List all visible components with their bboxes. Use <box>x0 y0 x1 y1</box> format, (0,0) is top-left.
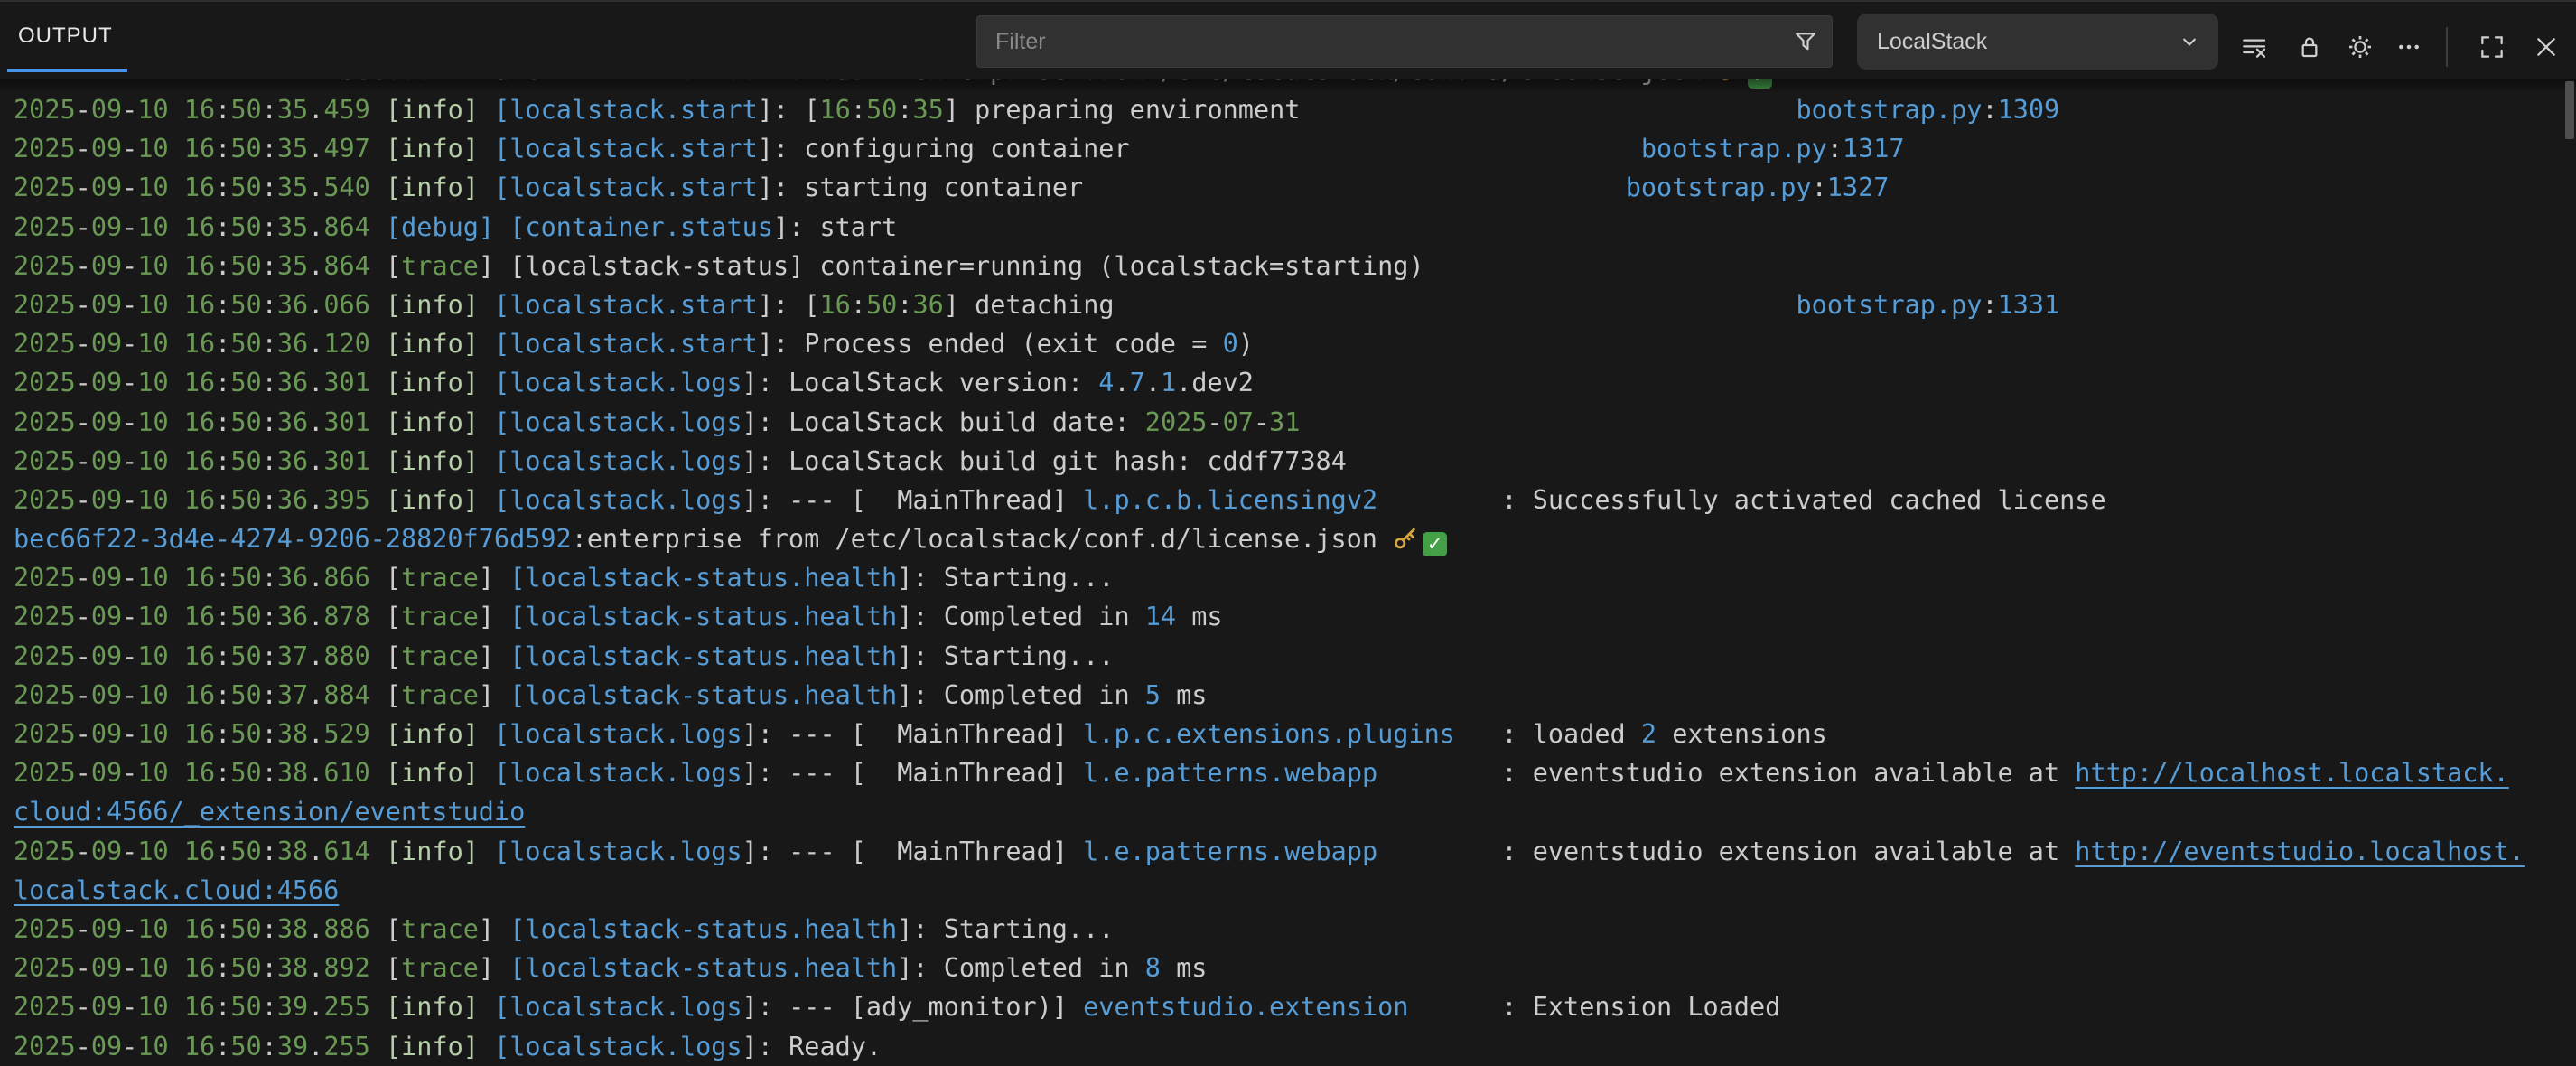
scrollbar-thumb[interactable] <box>2565 81 2574 139</box>
log-line: cloud:4566/_extension/eventstudio <box>14 792 2576 831</box>
log-timestamp: 2025-09-10 16:50:35.540 <box>14 173 370 202</box>
log-line: 2025-09-10 16:50:38.610 [info] [localsta… <box>14 753 2576 792</box>
log-output: bec66f22-3d4e-4274-9206-28820f76d592:ent… <box>0 79 2576 1066</box>
log-number: 0 <box>1223 329 1238 359</box>
log-line: 2025-09-10 16:50:39.255 [info] [localsta… <box>14 1027 2576 1066</box>
toolbar-separator <box>2446 27 2448 67</box>
scroll-lock-button[interactable] <box>2289 26 2330 68</box>
chevron-down-icon <box>2177 29 2202 54</box>
log-line: localstack.cloud:4566 <box>14 871 2576 910</box>
output-panel-header: OUTPUT LocalStack <box>0 0 2576 79</box>
log-timestamp: 2025-09-10 16:50:35.459 <box>14 95 370 125</box>
close-panel-button[interactable] <box>2525 26 2567 68</box>
log-number: 2 <box>1641 719 1657 749</box>
channel-select[interactable]: LocalStack <box>1857 14 2218 70</box>
log-timestamp: 2025-09-10 16:50:38.610 <box>14 758 370 788</box>
log-timestamp: 2025-09-10 16:50:36.066 <box>14 290 370 320</box>
channel-select-value: LocalStack <box>1877 29 1987 55</box>
filter-funnel-icon[interactable] <box>1792 28 1819 55</box>
log-timestamp: 2025-09-10 16:50:35.864 <box>14 251 370 281</box>
filter-box <box>976 15 1833 68</box>
log-line: bec66f22-3d4e-4274-9206-28820f76d592:ent… <box>14 519 2576 558</box>
log-link[interactable]: cloud:4566/_extension/eventstudio <box>14 797 525 827</box>
clear-output-icon <box>2239 33 2268 61</box>
settings-button[interactable] <box>2339 26 2381 68</box>
log-number: 1317 <box>1843 134 1905 164</box>
log-timestamp: 2025-09-10 16:50:36.878 <box>14 602 370 631</box>
clear-output-button[interactable] <box>2233 26 2274 68</box>
log-timestamp: 2025-09-10 16:50:38.892 <box>14 953 370 983</box>
log-line: 2025-09-10 16:50:36.120 [info] [localsta… <box>14 324 2576 363</box>
log-timestamp: 2025-09-10 16:50:36.301 <box>14 407 370 437</box>
log-number: 4.7.1 <box>1098 368 1176 397</box>
log-timestamp: 2025-09-10 16:50:38.529 <box>14 719 370 749</box>
log-line: 2025-09-10 16:50:35.864 [debug] [contain… <box>14 208 2576 247</box>
log-timestamp: 2025-09-10 16:50:36.395 <box>14 485 370 515</box>
log-line: 2025-09-10 16:50:36.866 [trace] [localst… <box>14 558 2576 597</box>
log-line: 2025-09-10 16:50:36.066 [info] [localsta… <box>14 285 2576 324</box>
maximize-panel-button[interactable] <box>2471 26 2513 68</box>
log-link[interactable]: http://eventstudio.localhost. <box>2075 837 2525 866</box>
ellipsis-icon <box>2394 33 2423 61</box>
log-number: 5 <box>1145 680 1161 710</box>
log-line: 2025-09-10 16:50:35.540 [info] [localsta… <box>14 168 2576 207</box>
log-timestamp: 2025-09-10 16:50:37.884 <box>14 680 370 710</box>
log-number: 8 <box>1145 953 1161 983</box>
log-timestamp: 2025-09-10 16:50:38.614 <box>14 837 370 866</box>
log-line: 2025-09-10 16:50:36.878 [trace] [localst… <box>14 597 2576 636</box>
log-timestamp: 2025-09-10 16:50:38.886 <box>14 914 370 944</box>
more-actions-button[interactable] <box>2388 26 2430 68</box>
log-line: 2025-09-10 16:50:38.886 [trace] [localst… <box>14 910 2576 949</box>
tab-output[interactable]: OUTPUT <box>7 4 127 72</box>
maximize-icon <box>2478 33 2506 61</box>
log-timestamp: 2025-09-10 16:50:36.301 <box>14 446 370 476</box>
log-number: 1331 <box>1998 290 2060 320</box>
log-line: 2025-09-10 16:50:39.255 [info] [localsta… <box>14 987 2576 1026</box>
key-emoji <box>1393 523 1418 548</box>
log-timestamp: 16:50:35 <box>819 95 943 125</box>
log-timestamp: 2025-09-10 16:50:36.120 <box>14 329 370 359</box>
log-timestamp: 2025-07-31 <box>1145 407 1301 437</box>
log-number: 14 <box>1145 602 1176 631</box>
log-line: 2025-09-10 16:50:36.301 [info] [localsta… <box>14 363 2576 402</box>
log-line: 2025-09-10 16:50:37.884 [trace] [localst… <box>14 676 2576 715</box>
log-timestamp: 2025-09-10 16:50:35.497 <box>14 134 370 164</box>
filter-input[interactable] <box>977 29 1792 55</box>
log-timestamp: 2025-09-10 16:50:36.866 <box>14 563 370 593</box>
tab-output-label: OUTPUT <box>18 23 113 49</box>
log-line: 2025-09-10 16:50:38.892 [trace] [localst… <box>14 949 2576 987</box>
log-number: 1309 <box>1998 95 2060 125</box>
log-line-clipped: bec66f22-3d4e-4274-9206-28820f76d592:ent… <box>14 79 2576 90</box>
log-line: 2025-09-10 16:50:38.614 [info] [localsta… <box>14 832 2576 871</box>
log-line: 2025-09-10 16:50:36.395 [info] [localsta… <box>14 481 2576 519</box>
log-line: 2025-09-10 16:50:35.864 [trace] [localst… <box>14 247 2576 285</box>
log-link[interactable]: http://localhost.localstack. <box>2075 758 2508 788</box>
log-timestamp: 16:50:36 <box>819 290 943 320</box>
log-line: 2025-09-10 16:50:36.301 [info] [localsta… <box>14 442 2576 481</box>
check-emoji: ✓ <box>1748 79 1772 89</box>
lock-icon <box>2295 33 2324 61</box>
log-line: 2025-09-10 16:50:35.497 [info] [localsta… <box>14 129 2576 168</box>
log-timestamp: 2025-09-10 16:50:39.255 <box>14 992 370 1022</box>
scrollbar <box>2563 79 2576 1066</box>
log-timestamp: 2025-09-10 16:50:37.880 <box>14 641 370 671</box>
log-line: 2025-09-10 16:50:37.880 [trace] [localst… <box>14 637 2576 676</box>
log-line: 2025-09-10 16:50:35.459 [info] [localsta… <box>14 90 2576 129</box>
log-number: 1327 <box>1827 173 1890 202</box>
check-emoji: ✓ <box>1423 532 1447 556</box>
key-emoji <box>1718 79 1743 80</box>
log-timestamp: 2025-09-10 16:50:35.864 <box>14 212 370 242</box>
gear-icon <box>2346 33 2375 61</box>
log-timestamp: 2025-09-10 16:50:36.301 <box>14 368 370 397</box>
log-timestamp: 2025-09-10 16:50:39.255 <box>14 1032 370 1061</box>
log-line: 2025-09-10 16:50:38.529 [info] [localsta… <box>14 715 2576 753</box>
log-link[interactable]: localstack.cloud:4566 <box>14 875 339 905</box>
close-icon <box>2532 33 2561 61</box>
log-line: 2025-09-10 16:50:36.301 [info] [localsta… <box>14 403 2576 442</box>
